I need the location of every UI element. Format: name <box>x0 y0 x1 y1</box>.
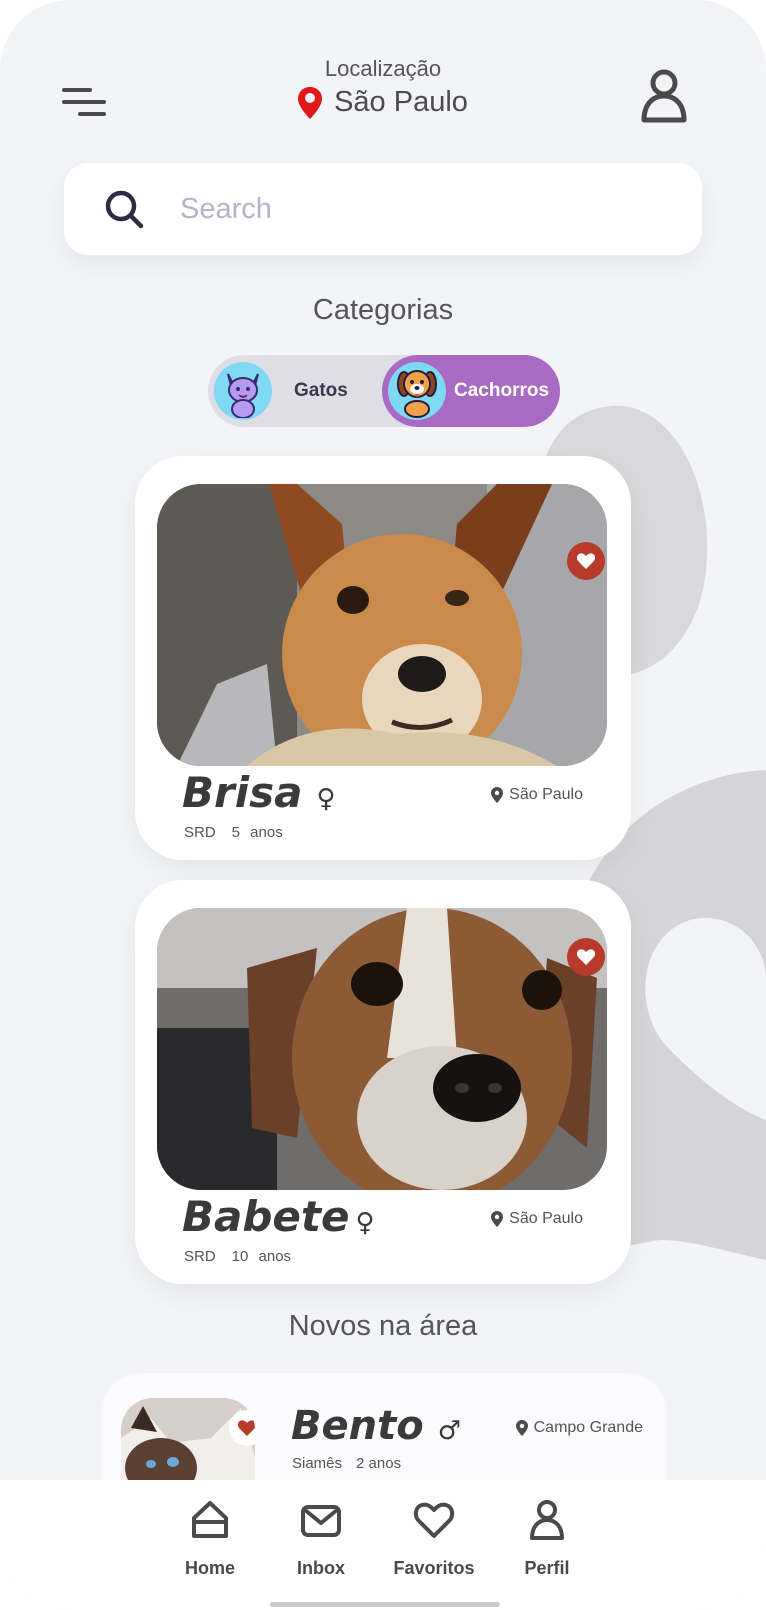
home-indicator <box>270 1602 500 1607</box>
search-input[interactable] <box>178 191 622 227</box>
nav-favorites[interactable]: Favoritos <box>379 1498 489 1579</box>
pet-breed: SRD <box>184 824 216 841</box>
heart-icon <box>576 949 596 965</box>
heart-icon <box>576 553 596 569</box>
pet-age: 10 anos <box>231 1248 292 1265</box>
pet-meta: SRD 5 anos <box>184 824 283 841</box>
pet-location-text: São Paulo <box>509 786 583 803</box>
bottom-nav: Home Inbox Favoritos Perfil <box>0 1480 766 1610</box>
location-pin-icon <box>491 1211 504 1227</box>
nav-profile-label: Perfil <box>524 1558 570 1578</box>
pet-location: São Paulo <box>491 786 583 804</box>
nav-profile[interactable]: Perfil <box>492 1498 602 1579</box>
pet-photo <box>157 484 607 766</box>
mail-icon <box>301 1505 341 1537</box>
pet-card[interactable]: Brisa ♀ SRD 5 anos São Paulo <box>135 456 631 860</box>
heart-icon <box>413 1502 455 1538</box>
profile-icon[interactable] <box>640 68 688 124</box>
gender-female-icon: ♀ <box>355 1208 375 1238</box>
pet-card[interactable]: Babete ♀ SRD 10 anos São Paulo <box>135 880 631 1284</box>
pet-location: São Paulo <box>491 1210 583 1228</box>
pet-meta: Siamês 2 anos <box>292 1455 401 1472</box>
pet-name-row: Brisa ♀ <box>182 768 336 817</box>
pet-name: Brisa <box>182 768 303 817</box>
location-city: São Paulo <box>334 86 468 118</box>
favorite-button[interactable] <box>567 938 605 976</box>
category-cats-label: Gatos <box>294 380 348 401</box>
new-in-area-title: Novos na área <box>288 1310 478 1342</box>
location-pin-icon <box>298 86 323 119</box>
nav-home-label: Home <box>184 1558 235 1578</box>
pet-meta: SRD 10 anos <box>184 1248 291 1265</box>
category-cats[interactable]: Gatos <box>208 355 378 427</box>
gender-male-icon: ♂ <box>437 1416 462 1446</box>
nav-favorites-label: Favoritos <box>393 1558 475 1578</box>
pet-age: 2 anos <box>356 1455 402 1472</box>
pet-name-row: Bento ♂ <box>291 1403 461 1449</box>
gender-female-icon: ♀ <box>316 784 336 814</box>
home-icon <box>192 1501 228 1538</box>
app-screen: Localização São Paulo Categorias <box>0 0 766 1610</box>
pet-location-text: São Paulo <box>509 1210 583 1227</box>
pet-name: Babete <box>182 1192 350 1241</box>
pet-name: Bento <box>291 1403 424 1449</box>
nav-inbox-label: Inbox <box>297 1558 345 1578</box>
categories-title: Categorias <box>312 294 454 326</box>
location-pin-icon <box>491 787 504 803</box>
pet-photo <box>157 908 607 1190</box>
cat-icon <box>214 362 272 420</box>
pet-breed: SRD <box>184 1248 216 1265</box>
category-switch: Gatos Cachorros <box>208 355 560 427</box>
pet-age: 5 anos <box>231 824 283 841</box>
search-bar[interactable] <box>64 163 702 255</box>
search-icon <box>105 190 144 229</box>
location-pin-icon <box>515 1420 528 1436</box>
nav-home[interactable]: Home <box>155 1498 265 1579</box>
dog-icon <box>388 362 446 420</box>
user-icon <box>530 1500 564 1540</box>
nav-inbox[interactable]: Inbox <box>266 1498 376 1579</box>
category-dogs[interactable]: Cachorros <box>382 355 560 427</box>
heart-icon <box>237 1420 255 1436</box>
category-dogs-label: Cachorros <box>454 380 550 401</box>
favorite-button[interactable] <box>567 542 605 580</box>
pet-location: Campo Grande <box>515 1419 643 1437</box>
pet-name-row: Babete ♀ <box>182 1192 375 1241</box>
pet-breed: Siamês <box>292 1455 343 1472</box>
pet-location-text: Campo Grande <box>533 1419 643 1436</box>
